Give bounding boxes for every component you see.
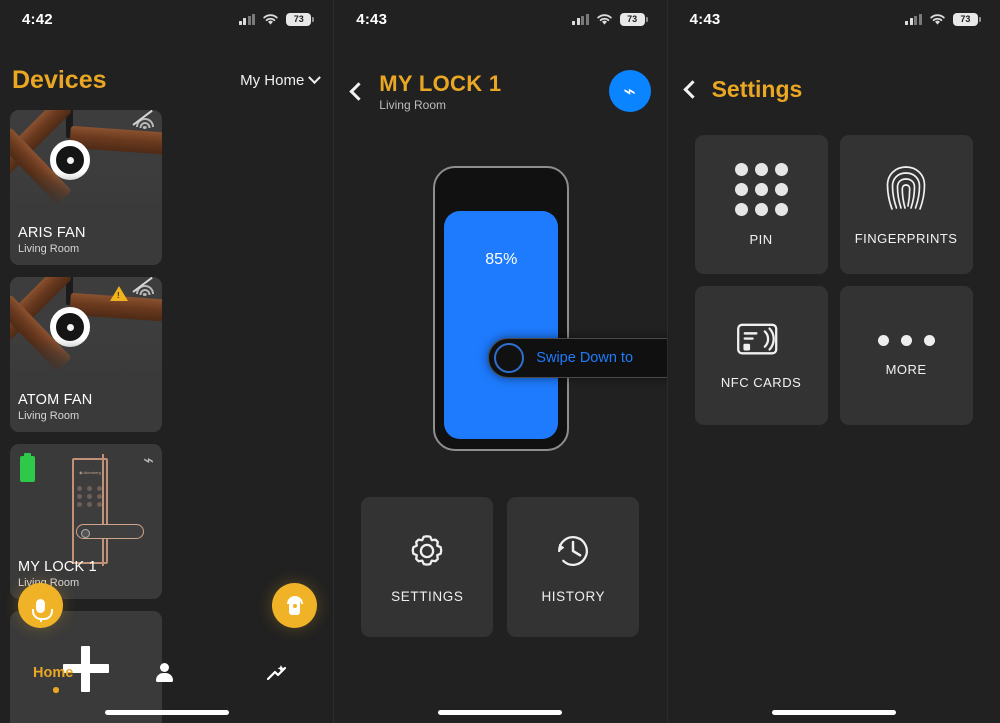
lock-slider-track[interactable]: 85% [444,211,559,439]
warning-icon [110,286,128,301]
settings-label: SETTINGS [391,589,464,604]
microphone-icon [32,598,53,622]
device-card-aris-fan[interactable]: ARIS FAN Living Room [10,110,162,265]
remote-control-button[interactable] [272,583,317,628]
status-bar: 4:43 73 [334,0,666,38]
screen-lock-settings: 4:43 73 Settings PIN FINGERPRINTS NFC CA… [666,0,1000,723]
status-bar: 4:43 73 [668,0,1000,38]
gear-icon [411,535,443,566]
device-name: ARIS FAN [18,225,86,241]
settings-item-fingerprints[interactable]: FINGERPRINTS [839,135,973,274]
devices-header: Devices My Home [12,66,322,95]
settings-item-more[interactable]: MORE [839,286,973,425]
status-time: 4:43 [356,10,388,28]
home-selector-label: My Home [240,72,305,89]
bottom-tab-bar: Home [0,659,333,701]
screen-devices: 4:42 73 Devices My Home ARIS FAN Living … [0,0,334,723]
battery-indicator: 73 [952,12,981,26]
device-room: Living Room [18,243,80,255]
lock-slider-frame: 85% [433,166,570,451]
tab-automations[interactable] [266,663,288,688]
battery-indicator: 73 [619,12,648,26]
wifi-icon [263,13,278,25]
more-dots-icon [877,334,935,346]
bluetooth-button[interactable]: ⌁ [608,70,651,112]
home-indicator [438,710,563,715]
tab-active-indicator [53,687,59,693]
device-room: Living Room [18,410,80,422]
fingerprint-icon [886,166,926,210]
page-title: Devices [12,66,107,94]
wifi-off-icon [132,277,154,299]
person-icon [155,663,173,683]
page-title: Settings [711,76,803,102]
swipe-down-control[interactable]: Swipe Down to [488,338,667,378]
voice-assistant-button[interactable] [18,583,63,628]
swipe-knob[interactable] [494,343,525,373]
battery-level: 73 [293,13,304,24]
status-bar: 4:42 73 [0,0,333,38]
lock-percent-label: 85% [485,251,518,268]
history-label: HISTORY [541,589,606,604]
wifi-icon [596,13,612,25]
page-subtitle: Living Room [379,97,446,112]
settings-item-label: MORE [885,361,927,377]
tab-profile[interactable] [155,663,173,683]
wifi-icon [930,13,945,25]
status-time: 4:43 [689,10,721,28]
settings-nav-bar: Settings [682,76,803,103]
tab-home[interactable]: Home [33,665,73,681]
battery-level: 73 [627,13,638,24]
home-indicator [771,710,896,715]
home-selector[interactable]: My Home [240,71,322,89]
back-chevron-icon[interactable] [682,80,702,99]
detail-nav-bar: MY LOCK 1 Living Room ⌁ [349,70,651,112]
device-name: ATOM FAN [18,392,93,408]
swipe-label: Swipe Down to [536,350,634,366]
pin-dots-icon [734,162,788,216]
cellular-signal-icon [238,13,256,25]
battery-icon [20,453,35,482]
device-name: MY LOCK 1 [18,559,97,575]
settings-button[interactable]: SETTINGS [361,497,494,637]
settings-item-label: PIN [749,231,773,247]
battery-level: 73 [960,13,971,24]
chevron-down-icon [308,71,322,85]
battery-indicator: 73 [286,12,315,26]
home-indicator [104,710,229,715]
cellular-signal-icon [905,13,922,25]
lock-action-row: SETTINGS HISTORY [361,497,640,637]
history-button[interactable]: HISTORY [507,497,640,637]
device-grid: ARIS FAN Living Room ! ATOM FAN Living R… [10,110,323,723]
remote-icon [286,595,303,615]
settings-item-nfc-cards[interactable]: NFC CARDS [694,286,828,425]
page-title: MY LOCK 1 [379,70,502,96]
settings-item-pin[interactable]: PIN [694,135,828,274]
cellular-signal-icon [572,13,589,25]
settings-grid: PIN FINGERPRINTS NFC CARDS MORE [694,135,1000,425]
magic-wand-icon [266,665,287,681]
bluetooth-icon: ⌁ [143,450,154,471]
clock-history-icon [558,536,589,566]
lock-slider-fill [444,211,559,439]
device-card-atom-fan[interactable]: ATOM FAN Living Room [10,277,162,432]
bluetooth-icon: ⌁ [623,78,636,103]
status-time: 4:42 [22,10,53,28]
back-chevron-icon[interactable] [349,81,368,101]
settings-item-label: FINGERPRINTS [854,231,958,246]
screen-lock-detail: 4:43 73 MY LOCK 1 Living Room ⌁ 85% Swip… [333,0,667,723]
nfc-card-icon [737,323,778,355]
device-card-my-lock-1[interactable]: ◉ Atomberg ⌁ MY LOCK 1 Living Room [10,444,162,599]
wifi-off-icon [132,110,154,132]
settings-item-label: NFC CARDS [720,375,802,390]
screenshot-root: 4:42 73 Devices My Home ARIS FAN Living … [0,0,1000,723]
